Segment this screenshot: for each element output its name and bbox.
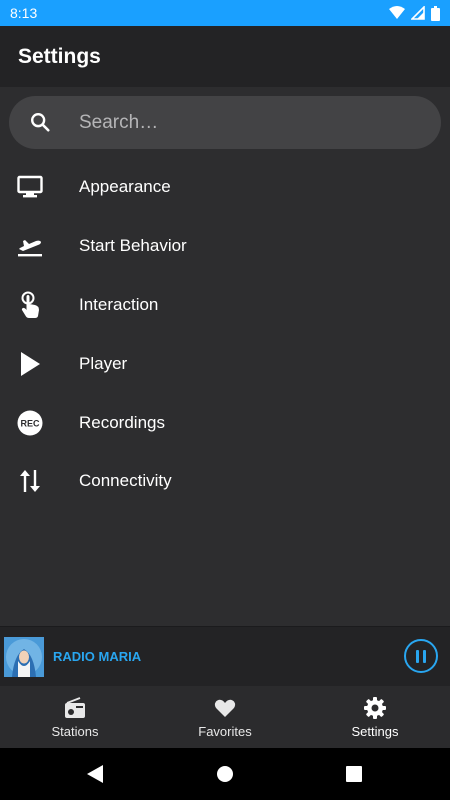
pause-button[interactable] — [404, 639, 438, 673]
nav-label: Stations — [51, 724, 99, 739]
menu-label: Appearance — [79, 177, 171, 197]
recents-icon[interactable] — [346, 766, 362, 782]
rec-icon: REC — [16, 409, 44, 437]
nav-item-settings[interactable]: Settings — [300, 686, 450, 748]
nav-label: Favorites — [198, 724, 252, 739]
status-icons — [389, 5, 440, 21]
menu-item-start-behavior[interactable]: Start Behavior — [0, 217, 450, 276]
search-input[interactable] — [79, 96, 419, 149]
swap-vertical-icon — [16, 467, 44, 495]
touch-hand-icon — [16, 291, 44, 319]
bottom-navigation: Stations Favorites Settings — [0, 686, 450, 748]
status-bar: 8:13 — [0, 0, 450, 26]
monitor-icon — [16, 173, 44, 201]
station-name[interactable]: RADIO MARIA — [53, 649, 141, 664]
nav-label: Settings — [351, 724, 399, 739]
wifi-icon — [389, 6, 405, 19]
nav-item-stations[interactable]: Stations — [0, 686, 150, 748]
search-bar[interactable] — [9, 96, 441, 149]
menu-item-player[interactable]: Player — [0, 334, 450, 393]
nav-item-favorites[interactable]: Favorites — [150, 686, 300, 748]
menu-label: Recordings — [79, 412, 165, 432]
menu-item-recordings[interactable]: REC Recordings — [0, 393, 450, 452]
menu-label: Interaction — [79, 294, 159, 314]
pause-icon — [416, 649, 419, 663]
mini-player[interactable]: RADIO MARIA — [0, 626, 450, 686]
menu-item-connectivity[interactable]: Connectivity — [0, 452, 450, 511]
menu-item-appearance[interactable]: Appearance — [0, 158, 450, 217]
rec-icon-text: REC — [20, 418, 40, 428]
pause-icon — [423, 649, 426, 663]
radio-icon — [65, 697, 85, 718]
play-icon — [16, 350, 44, 378]
menu-label: Connectivity — [79, 471, 172, 491]
status-time: 8:13 — [10, 5, 38, 21]
page-title: Settings — [18, 44, 101, 68]
gear-icon — [364, 697, 386, 719]
menu-label: Start Behavior — [79, 236, 187, 256]
signal-icon — [411, 6, 425, 20]
battery-icon — [431, 5, 440, 21]
home-icon[interactable] — [216, 765, 234, 783]
settings-menu: Appearance Start Behavior Interaction Pl… — [0, 158, 450, 511]
app-bar: Settings — [0, 26, 450, 87]
menu-label: Player — [79, 353, 128, 373]
back-icon[interactable] — [86, 764, 104, 784]
system-navigation-bar — [0, 748, 450, 800]
station-artwork — [4, 637, 44, 677]
menu-item-interaction[interactable]: Interaction — [0, 276, 450, 335]
search-icon[interactable] — [29, 111, 51, 133]
plane-takeoff-icon — [16, 232, 44, 260]
heart-icon — [214, 699, 236, 717]
